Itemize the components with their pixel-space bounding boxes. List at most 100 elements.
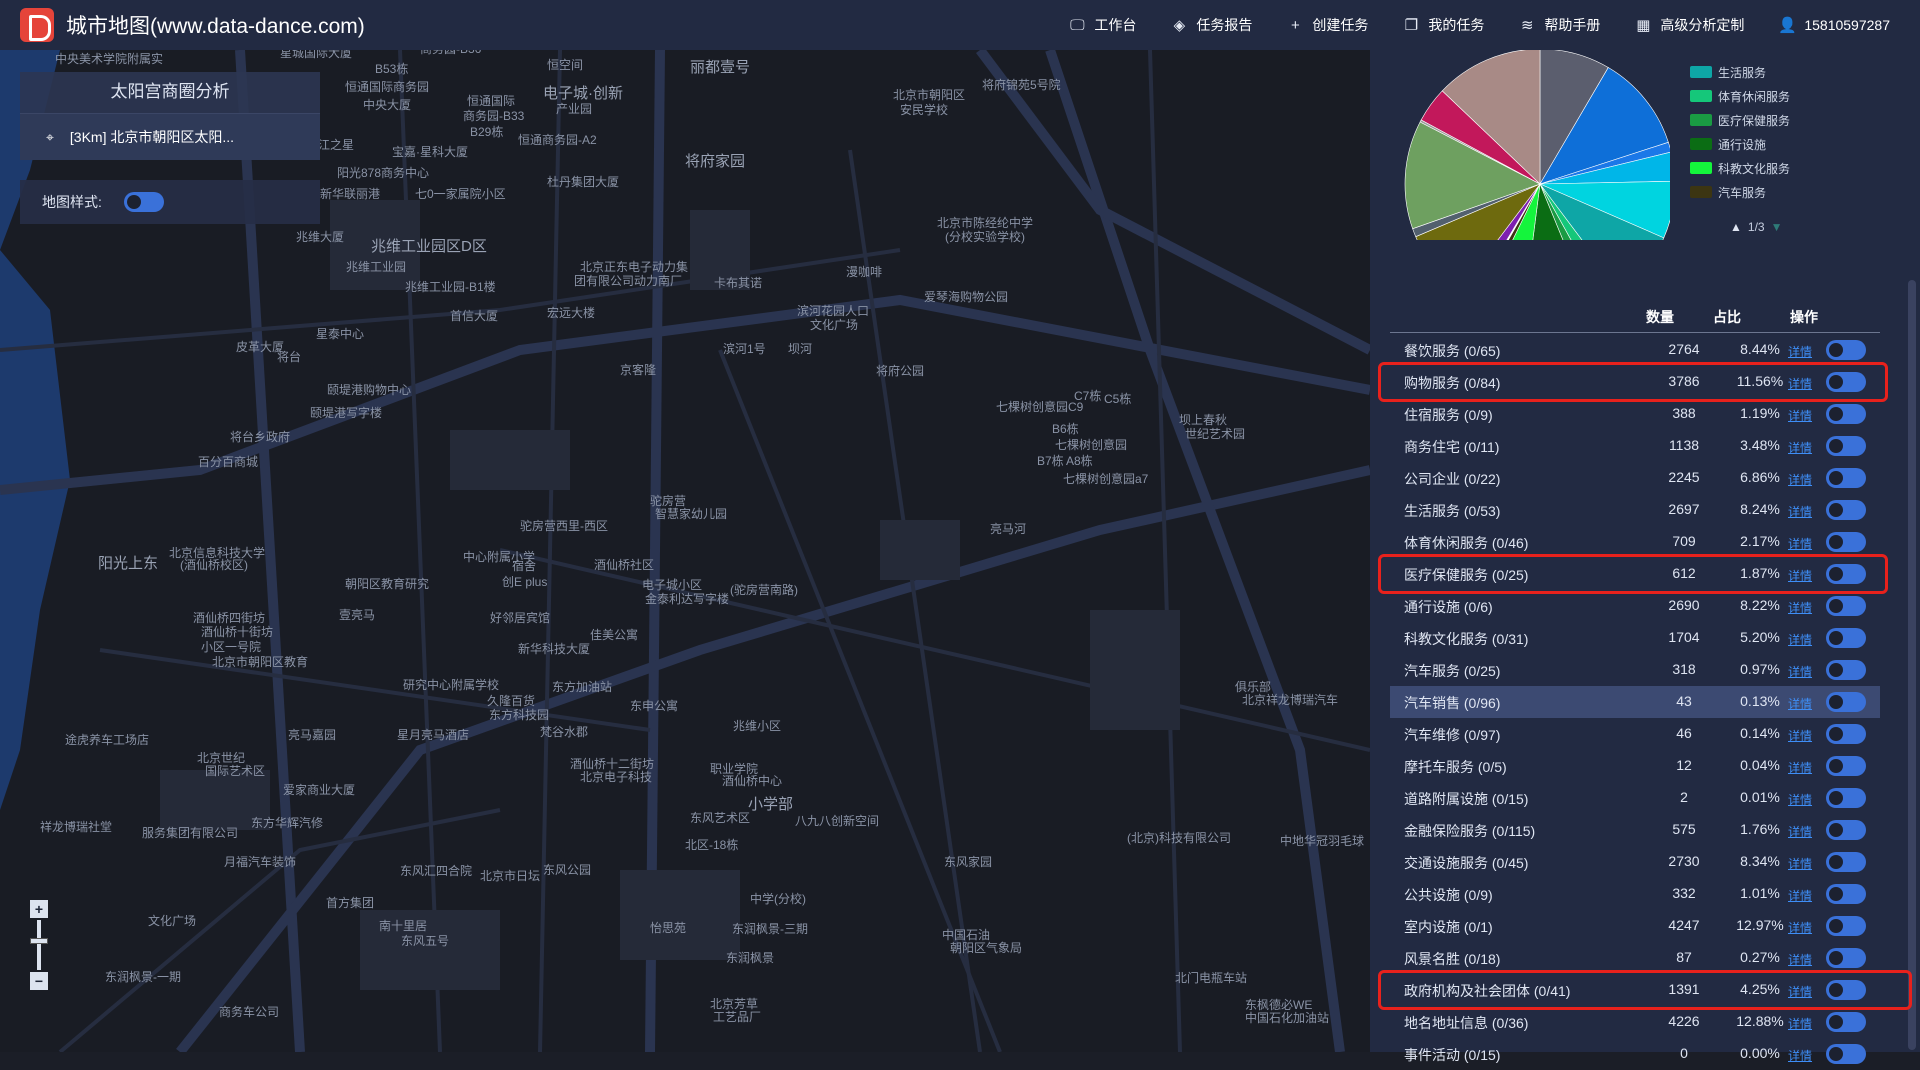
category-toggle[interactable] (1826, 500, 1866, 523)
detail-link[interactable]: 详情 (1788, 887, 1812, 904)
nav-item-5[interactable]: ▦ 高级分析定制 (1634, 15, 1744, 35)
analysis-location[interactable]: ⌖ [3Km] 北京市朝阳区太阳... (20, 114, 320, 160)
category-toggle[interactable] (1826, 436, 1866, 459)
detail-link[interactable]: 详情 (1788, 759, 1812, 776)
category-toggle[interactable] (1826, 980, 1866, 1003)
zoom-out-button[interactable]: − (30, 972, 48, 990)
zoom-handle[interactable] (30, 938, 48, 944)
table-row[interactable]: 公共设施 (0/9) 332 1.01% 详情 (1390, 878, 1880, 910)
table-row[interactable]: 汽车服务 (0/25) 318 0.97% 详情 (1390, 654, 1880, 686)
category-toggle[interactable] (1826, 468, 1866, 491)
category-toggle[interactable] (1826, 532, 1866, 555)
detail-link[interactable]: 详情 (1788, 823, 1812, 840)
toggle-switch[interactable] (1826, 1044, 1866, 1064)
table-row[interactable]: 生活服务 (0/53) 2697 8.24% 详情 (1390, 494, 1880, 526)
category-toggle[interactable] (1826, 1044, 1866, 1067)
toggle-switch[interactable] (1826, 916, 1866, 936)
table-row[interactable]: 公司企业 (0/22) 2245 6.86% 详情 (1390, 462, 1880, 494)
table-row[interactable]: 商务住宅 (0/11) 1138 3.48% 详情 (1390, 430, 1880, 462)
legend-prev-icon[interactable]: ▲ (1730, 220, 1742, 234)
category-toggle[interactable] (1826, 1012, 1866, 1035)
detail-link[interactable]: 详情 (1788, 535, 1812, 552)
category-toggle[interactable] (1826, 404, 1866, 427)
detail-link[interactable]: 详情 (1788, 343, 1812, 360)
toggle-switch[interactable] (1826, 788, 1866, 808)
toggle-switch[interactable] (1826, 980, 1866, 1000)
legend-item[interactable]: 汽车服务 (1690, 180, 1840, 204)
table-row[interactable]: 道路附属设施 (0/15) 2 0.01% 详情 (1390, 782, 1880, 814)
category-toggle[interactable] (1826, 788, 1866, 811)
toggle-switch[interactable] (1826, 372, 1866, 392)
toggle-switch[interactable] (1826, 500, 1866, 520)
panel-scrollbar[interactable] (1908, 280, 1916, 1050)
detail-link[interactable]: 详情 (1788, 503, 1812, 520)
legend-item[interactable]: 科教文化服务 (1690, 156, 1840, 180)
detail-link[interactable]: 详情 (1788, 1015, 1812, 1032)
toggle-switch[interactable] (1826, 596, 1866, 616)
table-row[interactable]: 通行设施 (0/6) 2690 8.22% 详情 (1390, 590, 1880, 622)
nav-item-4[interactable]: ≋ 帮助手册 (1518, 15, 1600, 35)
table-row[interactable]: 体育休闲服务 (0/46) 709 2.17% 详情 (1390, 526, 1880, 558)
table-row[interactable]: 餐饮服务 (0/65) 2764 8.44% 详情 (1390, 334, 1880, 366)
detail-link[interactable]: 详情 (1788, 983, 1812, 1000)
category-toggle[interactable] (1826, 916, 1866, 939)
category-toggle[interactable] (1826, 820, 1866, 843)
toggle-switch[interactable] (1826, 692, 1866, 712)
detail-link[interactable]: 详情 (1788, 791, 1812, 808)
detail-link[interactable]: 详情 (1788, 1047, 1812, 1064)
detail-link[interactable]: 详情 (1788, 919, 1812, 936)
detail-link[interactable]: 详情 (1788, 951, 1812, 968)
table-row[interactable]: 风景名胜 (0/18) 87 0.27% 详情 (1390, 942, 1880, 974)
category-toggle[interactable] (1826, 692, 1866, 715)
table-row[interactable]: 交通设施服务 (0/45) 2730 8.34% 详情 (1390, 846, 1880, 878)
toggle-switch[interactable] (1826, 628, 1866, 648)
nav-item-0[interactable]: 🖵 工作台 (1068, 15, 1136, 35)
detail-link[interactable]: 详情 (1788, 375, 1812, 392)
category-toggle[interactable] (1826, 340, 1866, 363)
nav-item-3[interactable]: ❐ 我的任务 (1402, 15, 1485, 35)
map-style-toggle[interactable] (123, 192, 164, 212)
toggle-switch[interactable] (1826, 820, 1866, 840)
zoom-track[interactable] (37, 920, 41, 970)
detail-link[interactable]: 详情 (1788, 407, 1812, 424)
toggle-switch[interactable] (1826, 340, 1866, 360)
detail-link[interactable]: 详情 (1788, 727, 1812, 744)
table-row[interactable]: 室内设施 (0/1) 4247 12.97% 详情 (1390, 910, 1880, 942)
table-row[interactable]: 购物服务 (0/84) 3786 11.56% 详情 (1390, 366, 1880, 398)
category-toggle[interactable] (1826, 660, 1866, 683)
table-row[interactable]: 科教文化服务 (0/31) 1704 5.20% 详情 (1390, 622, 1880, 654)
toggle-switch[interactable] (1826, 1012, 1866, 1032)
legend-item[interactable]: 生活服务 (1690, 60, 1840, 84)
toggle-switch[interactable] (1826, 948, 1866, 968)
detail-link[interactable]: 详情 (1788, 631, 1812, 648)
category-toggle[interactable] (1826, 372, 1866, 395)
category-toggle[interactable] (1826, 884, 1866, 907)
toggle-switch[interactable] (1826, 724, 1866, 744)
category-toggle[interactable] (1826, 948, 1866, 971)
category-toggle[interactable] (1826, 596, 1866, 619)
detail-link[interactable]: 详情 (1788, 471, 1812, 488)
toggle-switch[interactable] (1826, 468, 1866, 488)
legend-item[interactable]: 通行设施 (1690, 132, 1840, 156)
detail-link[interactable]: 详情 (1788, 439, 1812, 456)
toggle-switch[interactable] (1826, 532, 1866, 552)
toggle-switch[interactable] (1826, 564, 1866, 584)
toggle-switch[interactable] (1826, 852, 1866, 872)
category-toggle[interactable] (1826, 756, 1866, 779)
app-logo[interactable] (20, 8, 54, 42)
table-row[interactable]: 医疗保健服务 (0/25) 612 1.87% 详情 (1390, 558, 1880, 590)
table-row[interactable]: 金融保险服务 (0/115) 575 1.76% 详情 (1390, 814, 1880, 846)
legend-next-icon[interactable]: ▼ (1771, 220, 1783, 234)
category-toggle[interactable] (1826, 628, 1866, 651)
table-row[interactable]: 汽车维修 (0/97) 46 0.14% 详情 (1390, 718, 1880, 750)
toggle-switch[interactable] (1826, 404, 1866, 424)
table-row[interactable]: 汽车销售 (0/96) 43 0.13% 详情 (1390, 686, 1880, 718)
nav-item-6[interactable]: 👤 15810597287 (1778, 16, 1890, 34)
detail-link[interactable]: 详情 (1788, 567, 1812, 584)
table-row[interactable]: 地名地址信息 (0/36) 4226 12.88% 详情 (1390, 1006, 1880, 1038)
detail-link[interactable]: 详情 (1788, 855, 1812, 872)
category-toggle[interactable] (1826, 564, 1866, 587)
toggle-switch[interactable] (1826, 436, 1866, 456)
nav-item-1[interactable]: ◈ 任务报告 (1170, 15, 1253, 35)
detail-link[interactable]: 详情 (1788, 663, 1812, 680)
